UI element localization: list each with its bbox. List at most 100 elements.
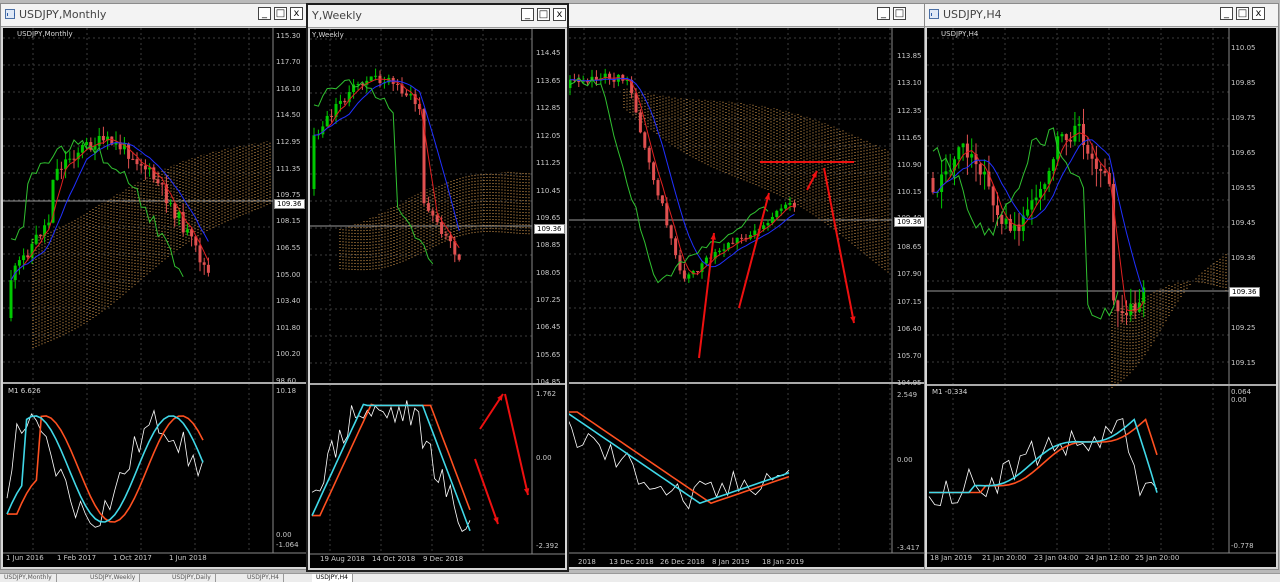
candle-body: [1026, 209, 1030, 216]
price-label: 107.15: [897, 298, 922, 306]
osc-label: 0.00: [536, 454, 552, 462]
minimize-button[interactable]: _: [521, 8, 534, 21]
candle-body: [1034, 197, 1038, 201]
maximize-button[interactable]: □: [893, 7, 906, 20]
osc-label: 0.00: [1231, 396, 1247, 404]
candle-body: [135, 159, 139, 165]
window-titlebar[interactable]: USDJPY,Monthly _ □ x: [1, 4, 311, 27]
candle-body: [1120, 311, 1124, 314]
candle-body: [656, 180, 660, 196]
osc-label: 10.18: [276, 387, 297, 395]
candle-body: [983, 171, 987, 175]
candle-body: [177, 212, 181, 219]
indicator-label: M1 -0.334: [932, 388, 968, 396]
candle-body: [1103, 170, 1107, 173]
price-label: 106.40: [897, 325, 922, 333]
time-label: 26 Dec 2018: [660, 558, 705, 566]
price-label: 110.45: [536, 187, 561, 195]
drawn-arrow-shaft: [474, 458, 499, 525]
candle-body: [970, 154, 974, 158]
price-label: 109.25: [1231, 324, 1256, 332]
price-label: 111.65: [897, 134, 922, 142]
chart-window-monthly[interactable]: USDJPY,Monthly _ □ x USDJPY,Monthly M1 6…: [0, 3, 312, 570]
price-label: 117.70: [276, 58, 301, 66]
window-titlebar[interactable]: Y,Weekly _ □ x: [308, 5, 567, 28]
close-button[interactable]: x: [553, 8, 566, 21]
maximize-button[interactable]: □: [274, 7, 287, 20]
price-label: 109.15: [1231, 359, 1256, 367]
candle-body: [431, 210, 435, 216]
window-titlebar[interactable]: _ □: [562, 4, 926, 27]
drawn-arrow-shaft: [738, 192, 770, 309]
price-label: 110.90: [897, 161, 922, 169]
close-button[interactable]: x: [290, 7, 303, 20]
price-label: 109.65: [1231, 149, 1256, 157]
price-label: 103.40: [276, 297, 301, 305]
chart-window-h4[interactable]: USDJPY,H4 _ □ x USDJPY,H4 M1 -0.334 110.…: [924, 3, 1279, 570]
chart-canvas[interactable]: USDJPY,H4 M1 -0.334 110.05 109.85 109.75…: [927, 28, 1276, 567]
price-label: 112.85: [536, 104, 561, 112]
price-label: 104.85: [536, 378, 561, 386]
candle-body: [80, 145, 84, 153]
price-label: 105.70: [897, 352, 922, 360]
candle-body: [396, 83, 400, 85]
maximize-button[interactable]: □: [537, 8, 550, 21]
drawn-arrow-head: [493, 517, 499, 524]
chart-canvas[interactable]: Y,Weekly 114.45 113.65 112.85 112.05 111…: [310, 29, 565, 568]
chart-window-icon: [929, 9, 939, 19]
chart-canvas[interactable]: USDJPY,Monthly M1 6.626 115.30 117.70 11…: [3, 28, 309, 567]
candle-body: [940, 174, 944, 192]
minimize-button[interactable]: _: [1220, 7, 1233, 20]
price-label: 113.65: [536, 77, 561, 85]
time-label: 25 Jan 20:00: [1135, 554, 1180, 562]
price-label: 98.60: [276, 377, 297, 385]
candle-body: [792, 203, 796, 208]
oscillator-fast-line: [565, 411, 790, 505]
minimize-button[interactable]: _: [258, 7, 271, 20]
candle-body: [369, 76, 373, 81]
price-label: 109.85: [1231, 79, 1256, 87]
candle-body: [409, 94, 413, 96]
maximize-button[interactable]: □: [1236, 7, 1249, 20]
current-price-label: 109.36: [894, 217, 924, 227]
chart-canvas[interactable]: 113.85 113.10 112.35 111.65 110.90 110.1…: [564, 28, 924, 567]
candle-body: [965, 143, 969, 158]
candle-body: [160, 183, 164, 185]
time-label: 21 Jan 20:00: [982, 554, 1027, 562]
time-label: 2018: [578, 558, 596, 566]
current-price-label: 109.36: [534, 224, 565, 234]
osc-label: -0.778: [1231, 542, 1254, 550]
price-label: 113.85: [897, 52, 922, 60]
candle-body: [1090, 153, 1094, 159]
chart-window-icon: [5, 9, 15, 19]
candle-body: [1051, 159, 1055, 171]
window-title: USDJPY,Monthly: [19, 8, 107, 21]
candle-body: [169, 203, 173, 205]
candle-body: [696, 271, 700, 273]
candle-body: [26, 255, 30, 258]
candle-body: [59, 168, 63, 170]
candle-body: [1094, 158, 1098, 169]
candle-body: [638, 112, 642, 133]
candle-body: [704, 257, 708, 264]
candle-body: [1064, 134, 1068, 141]
candle-body: [338, 100, 342, 104]
candle-body: [1004, 218, 1008, 224]
chart-window-daily[interactable]: _ □ 113.85 113.10 112.35 111.65 110.90 1…: [561, 3, 927, 570]
candle-body: [608, 73, 612, 80]
time-label: 1 Feb 2017: [57, 554, 97, 562]
candle-body: [957, 147, 961, 160]
time-label: 8 Jan 2019: [712, 558, 750, 566]
candle-body: [17, 260, 21, 266]
window-titlebar[interactable]: USDJPY,H4 _ □ x: [925, 4, 1278, 27]
chart-window-weekly[interactable]: Y,Weekly _ □ x Y,Weekly 114.45 113.65 11…: [306, 3, 569, 572]
candle-body: [1125, 313, 1128, 315]
candle-body: [131, 158, 135, 160]
oscillator-slow-line: [312, 403, 471, 517]
price-label: 106.45: [536, 323, 561, 331]
close-button[interactable]: x: [1252, 7, 1265, 20]
time-label: 24 Jan 12:00: [1085, 554, 1130, 562]
minimize-button[interactable]: _: [877, 7, 890, 20]
candle-body: [435, 215, 439, 223]
candle-body: [448, 235, 452, 242]
